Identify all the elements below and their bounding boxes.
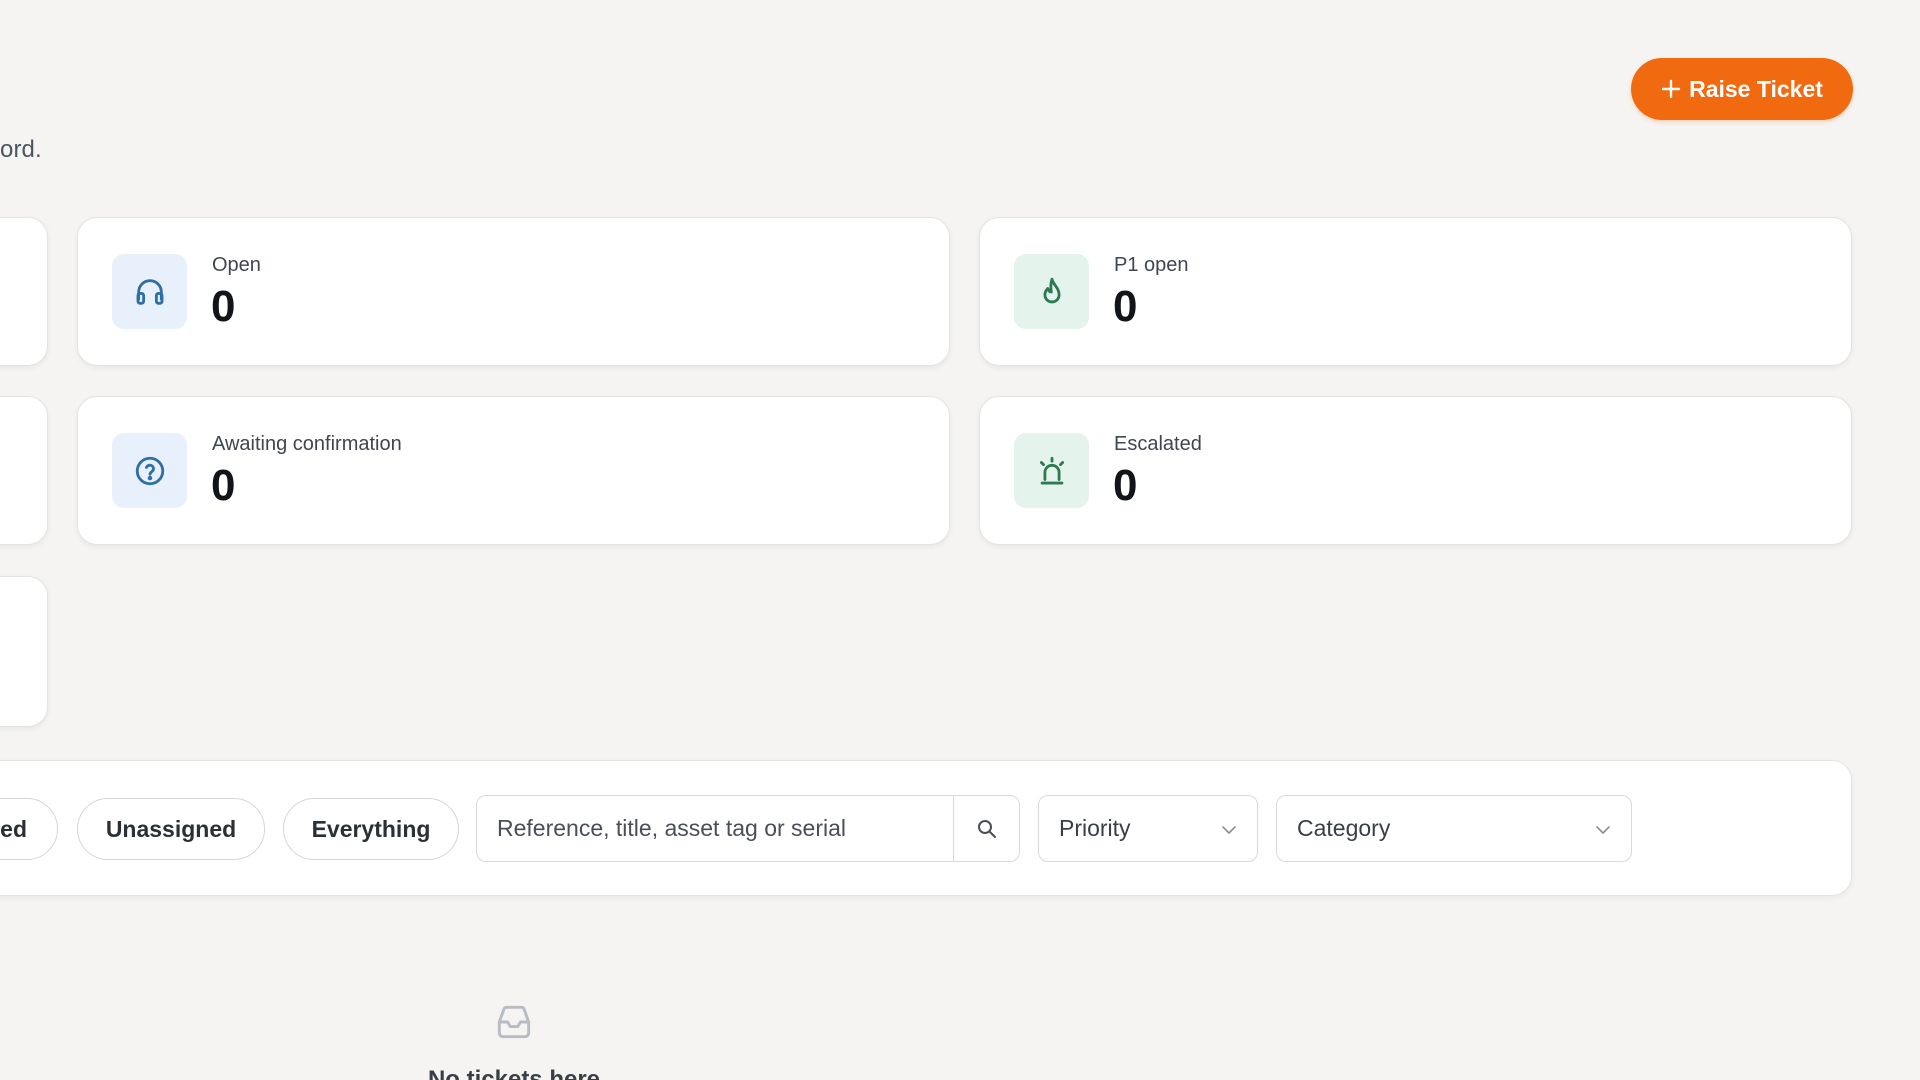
stat-value: 0 xyxy=(211,461,236,510)
category-select[interactable]: Category xyxy=(1276,795,1632,862)
stat-card-escalated[interactable]: Escalated 0 xyxy=(979,396,1852,545)
stat-card-open[interactable]: Open 0 xyxy=(77,217,950,366)
search-button[interactable] xyxy=(953,795,1020,862)
stat-card-p1-open[interactable]: P1 open 0 xyxy=(979,217,1852,366)
inbox-icon xyxy=(492,1000,536,1044)
stat-card-partial xyxy=(0,576,48,727)
priority-select[interactable]: Priority xyxy=(1038,795,1258,862)
search-icon xyxy=(977,819,996,838)
flame-icon xyxy=(1014,254,1089,329)
search-input[interactable] xyxy=(476,795,954,862)
chevron-down-icon xyxy=(1596,826,1610,834)
category-select-label: Category xyxy=(1297,815,1391,841)
stat-card-partial xyxy=(0,217,48,366)
priority-select-label: Priority xyxy=(1059,815,1131,841)
stat-label: Awaiting confirmation xyxy=(212,433,402,455)
stat-card-awaiting-confirmation[interactable]: Awaiting confirmation 0 xyxy=(77,396,950,545)
stat-value: 0 xyxy=(1113,461,1138,510)
raise-ticket-button[interactable]: Raise Ticket xyxy=(1631,58,1853,120)
empty-state-title: No tickets here xyxy=(427,1066,601,1080)
stat-card-partial xyxy=(0,396,48,545)
stat-value: 0 xyxy=(211,282,236,331)
page: ord. Raise Ticket Open 0 P1 open 0 Await… xyxy=(0,0,1920,1080)
headphones-icon xyxy=(112,254,187,329)
filter-chip-unassigned[interactable]: Unassigned xyxy=(77,798,265,860)
chevron-down-icon xyxy=(1222,826,1236,834)
page-subtitle: ord. xyxy=(0,136,42,163)
question-circle-icon xyxy=(112,433,187,508)
stat-value: 0 xyxy=(1113,282,1138,331)
stat-label: P1 open xyxy=(1114,254,1189,276)
stat-label: Escalated xyxy=(1114,433,1202,455)
raise-ticket-label: Raise Ticket xyxy=(1689,75,1823,102)
siren-icon xyxy=(1014,433,1089,508)
plus-icon xyxy=(1661,79,1681,99)
stat-label: Open xyxy=(212,254,261,276)
filter-chip-everything[interactable]: Everything xyxy=(283,798,459,860)
